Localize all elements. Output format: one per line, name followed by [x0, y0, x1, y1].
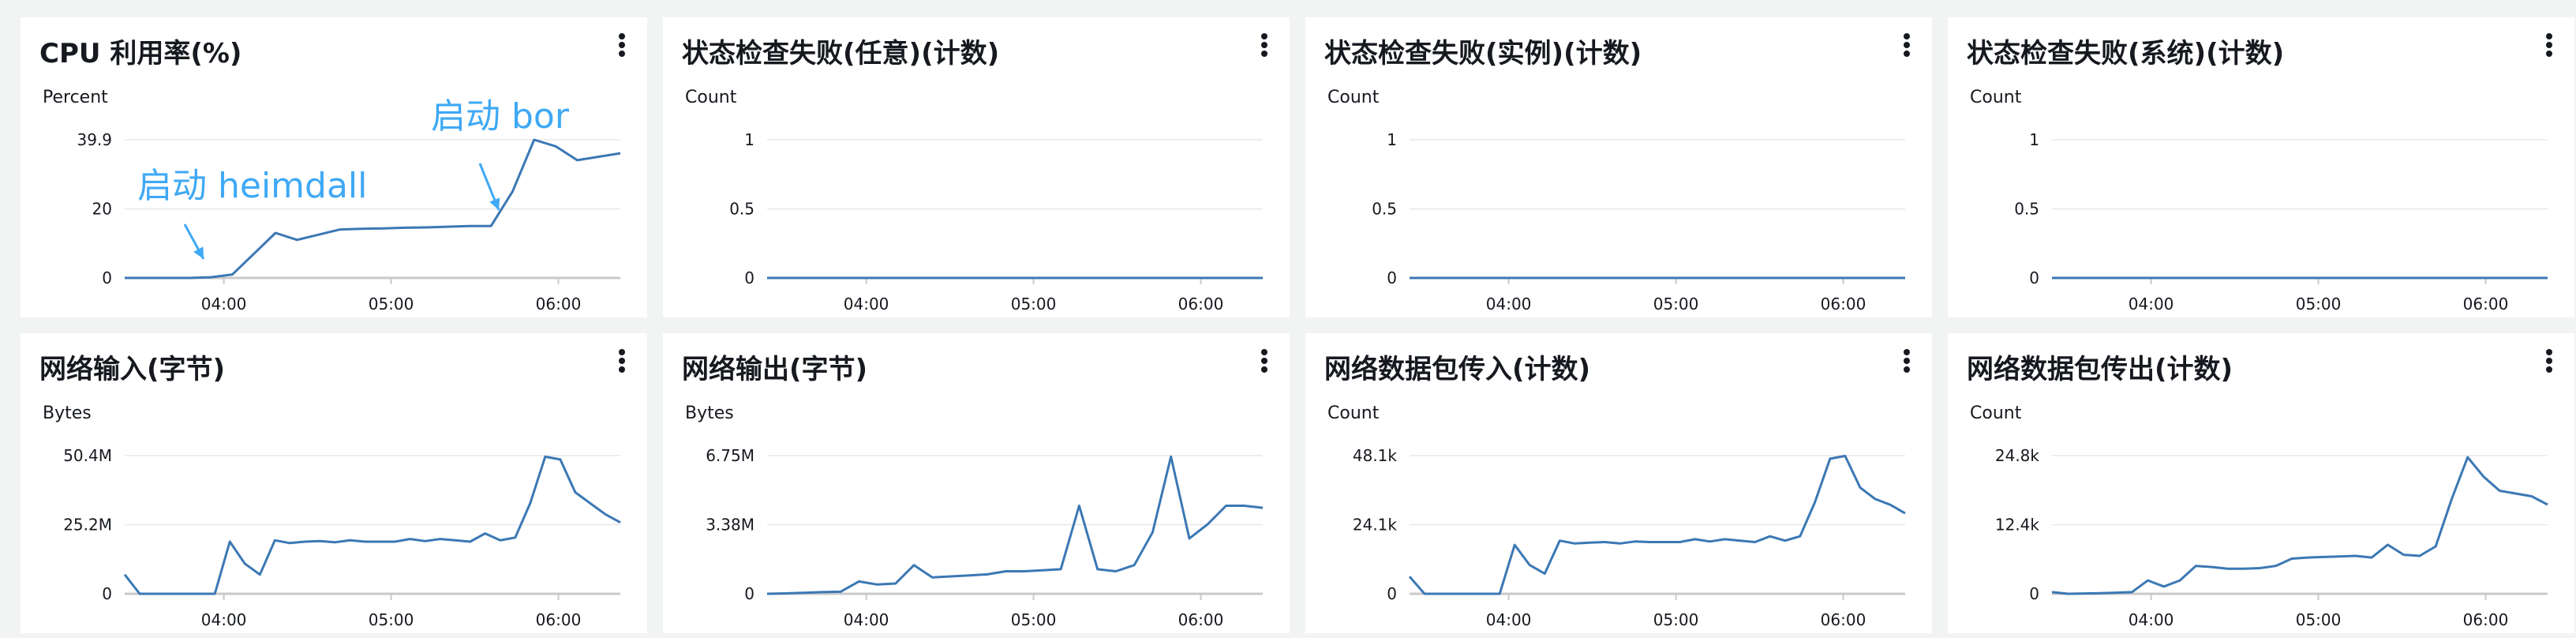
y-axis-unit-label: Count: [1327, 403, 1380, 423]
y-tick-label: 3.38M: [706, 516, 754, 535]
y-tick-label: 6.75M: [706, 446, 754, 465]
y-tick-label: 50.4M: [63, 446, 112, 465]
y-tick-label: 24.8k: [1995, 446, 2040, 465]
y-tick-label: 0: [2029, 268, 2039, 287]
y-tick-label: 20: [92, 200, 112, 219]
x-tick-label: 04:00: [844, 610, 889, 629]
x-tick-label: 04:00: [844, 295, 889, 313]
x-tick-label: 05:00: [369, 610, 414, 629]
x-tick-label: 06:00: [1178, 610, 1224, 629]
metric-panel: 网络数据包传入(计数) Count 48.1k 24.1k 0 04:00 05:00 06:…: [1305, 333, 1932, 633]
y-tick-label: 0: [102, 268, 112, 287]
x-tick-label: 05:00: [1011, 610, 1057, 629]
y-tick-label: 1: [744, 130, 754, 149]
y-axis-unit-label: Bytes: [43, 403, 92, 423]
y-axis-unit-label: Percent: [43, 88, 108, 107]
x-tick-label: 04:00: [1486, 295, 1532, 313]
chart-svg: Count 1 0.5 0 04:00 05:00 06:00: [1970, 88, 2548, 313]
metric-panel: 网络输入(字节) Bytes 50.4M 25.2M 0 04:00 05:00 06:00: [21, 333, 647, 633]
x-tick-label: 05:00: [1011, 295, 1057, 313]
y-tick-label: 0: [102, 584, 112, 603]
y-axis-unit-label: Count: [1327, 88, 1380, 107]
x-tick-label: 04:00: [201, 295, 247, 313]
x-tick-label: 05:00: [369, 295, 414, 313]
y-tick-label: 0.5: [729, 200, 754, 219]
x-tick-label: 05:00: [2296, 610, 2342, 629]
metric-panel: 状态检查失败(任意)(计数) Count 1 0.5 0 04:00 05:00 06:00: [663, 17, 1290, 317]
annotation-bor: 启动 bor: [431, 96, 570, 137]
x-tick-label: 06:00: [1821, 295, 1866, 313]
y-axis-unit-label: Bytes: [685, 403, 734, 423]
dashboard-grid: CPU 利用率(%) Percent 39.9 20 0 04:00 05:00 06:00 启…: [0, 0, 2576, 638]
x-tick-label: 05:00: [1653, 295, 1699, 313]
x-tick-label: 05:00: [1653, 610, 1699, 629]
metric-panel: 状态检查失败(实例)(计数) Count 1 0.5 0 04:00 05:00 06:00: [1305, 17, 1932, 317]
y-tick-label: 0: [1387, 584, 1397, 603]
chart-svg: Count 24.8k 12.4k 0 04:00 05:00 06:00: [1970, 403, 2548, 629]
chart-svg: Count 48.1k 24.1k 0 04:00 05:00 06:00: [1327, 403, 1906, 629]
y-tick-label: 0: [744, 584, 754, 603]
x-tick-label: 04:00: [201, 610, 247, 629]
y-tick-label: 1: [2029, 130, 2039, 149]
x-tick-label: 06:00: [536, 610, 582, 629]
chart-svg: Bytes 50.4M 25.2M 0 04:00 05:00 06:00: [43, 403, 621, 629]
chart-svg: Percent 39.9 20 0 04:00 05:00 06:00 启动 heimdall…: [43, 88, 621, 313]
x-tick-label: 06:00: [536, 295, 582, 313]
y-axis-unit-label: Count: [1970, 88, 2022, 107]
x-tick-label: 06:00: [1821, 610, 1866, 629]
x-tick-label: 06:00: [2463, 610, 2509, 629]
y-axis-unit-label: Count: [685, 88, 737, 107]
metric-panel: 网络数据包传出(计数) Count 24.8k 12.4k 0 04:00 05:00 06:…: [1948, 333, 2574, 633]
metric-panel: CPU 利用率(%) Percent 39.9 20 0 04:00 05:00 06:00 启…: [21, 17, 647, 317]
chart-svg: Count 1 0.5 0 04:00 05:00 06:00: [1327, 88, 1905, 313]
x-tick-label: 05:00: [2296, 295, 2342, 313]
x-tick-label: 04:00: [2129, 610, 2174, 629]
annotation-heimdall: 启动 heimdall: [137, 166, 367, 206]
y-tick-label: 12.4k: [1995, 516, 2040, 535]
y-tick-label: 48.1k: [1353, 446, 1398, 465]
y-tick-label: 0.5: [2014, 200, 2039, 219]
metric-panel: 状态检查失败(系统)(计数) Count 1 0.5 0 04:00 05:00 06:00: [1948, 17, 2574, 317]
y-tick-label: 25.2M: [63, 516, 112, 535]
y-tick-label: 24.1k: [1353, 516, 1398, 535]
y-tick-label: 0: [744, 268, 754, 287]
chart-svg: Count 1 0.5 0 04:00 05:00 06:00: [685, 88, 1263, 313]
y-axis-unit-label: Count: [1970, 403, 2022, 423]
metric-panel: 网络输出(字节) Bytes 6.75M 3.38M 0 04:00 05:00 06:00: [663, 333, 1290, 633]
x-tick-label: 06:00: [1178, 295, 1224, 313]
y-tick-label: 0.5: [1372, 200, 1397, 219]
y-tick-label: 0: [1387, 268, 1397, 287]
x-tick-label: 04:00: [2129, 295, 2174, 313]
x-tick-label: 06:00: [2463, 295, 2509, 313]
x-tick-label: 04:00: [1486, 610, 1532, 629]
chart-svg: Bytes 6.75M 3.38M 0 04:00 05:00 06:00: [685, 403, 1264, 629]
y-tick-label: 0: [2029, 584, 2039, 603]
series-line: [2051, 456, 2548, 595]
y-tick-label: 39.9: [77, 130, 112, 149]
y-tick-label: 1: [1387, 130, 1397, 149]
